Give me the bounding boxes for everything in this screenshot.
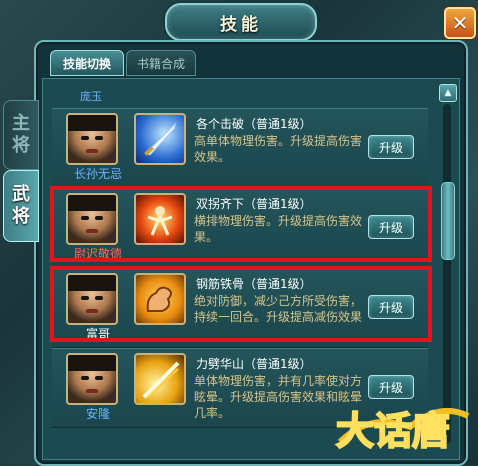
general-name: 安隆: [85, 407, 110, 421]
tab-book-synthesis[interactable]: 书籍合成: [126, 50, 196, 76]
scroll-up-button[interactable]: ▲: [439, 84, 457, 102]
tab-skill-switch[interactable]: 技能切换: [50, 50, 124, 76]
side-tab-generals[interactable]: 武 将: [3, 170, 39, 242]
side-tab-label: 将: [12, 135, 30, 156]
side-tab-label: 主: [12, 113, 30, 134]
close-button[interactable]: ✕: [444, 7, 476, 39]
highlight-box: [50, 186, 432, 262]
general-portrait-icon[interactable]: [66, 353, 118, 405]
game-logo: 大话唐: [330, 372, 474, 462]
sword-skill-icon[interactable]: [134, 113, 186, 165]
highlight-box: [50, 266, 432, 342]
side-tab-label: 武: [12, 184, 30, 205]
slash-skill-icon[interactable]: [134, 353, 186, 405]
scrollbar-thumb[interactable]: [441, 182, 455, 260]
side-tab-main-general[interactable]: 主 将: [3, 100, 39, 170]
skill-description: 高单体物理伤害。升级提高伤害效果。: [194, 134, 363, 164]
general-portrait-icon[interactable]: [66, 113, 118, 165]
window-title: 技能: [220, 14, 262, 35]
upgrade-button[interactable]: 升级: [368, 135, 414, 159]
skill-name: 力劈华山（普通1级）: [196, 357, 312, 371]
title-plate: 技能: [165, 3, 317, 41]
close-icon: ✕: [451, 11, 469, 35]
side-tab-label: 将: [12, 206, 30, 227]
previous-general-name: 庞玉: [80, 90, 102, 103]
skill-row: 长孙无忌 各个击破（普通1级） 高单体物理伤害。升级提高伤害效果。 升级: [52, 108, 428, 188]
logo-text: 大话唐: [336, 409, 450, 453]
skill-name: 各个击破（普通1级）: [196, 117, 312, 131]
general-name: 长孙无忌: [73, 167, 122, 181]
